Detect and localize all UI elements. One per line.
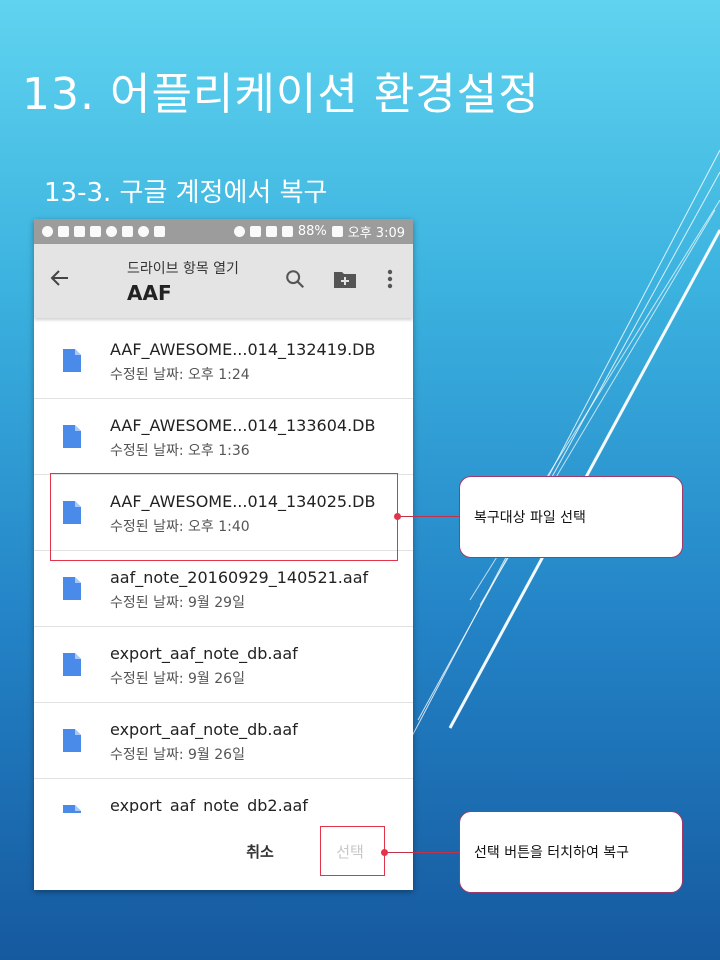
- wifi-icon: [265, 226, 277, 237]
- slide-subtitle: 13-3. 구글 계정에서 복구: [44, 178, 328, 208]
- file-modified-date: 수정된 날짜: 오후 1:36: [110, 443, 250, 459]
- android-icon: [138, 226, 149, 237]
- file-callout-dot: [394, 513, 401, 520]
- file-name: AAF_AWESOME...014_132419.DB: [110, 340, 376, 359]
- nfc-icon: [249, 226, 261, 237]
- notification-icons: [42, 226, 165, 237]
- file-row[interactable]: AAF_AWESOME...014_132419.DB 수정된 날짜: 오후 1…: [34, 323, 413, 399]
- select-callout-text: 선택 버튼을 터치하여 복구: [474, 845, 630, 861]
- file-modified-date: 수정된 날짜: 오후 1:24: [110, 367, 250, 383]
- file-callout-text: 복구대상 파일 선택: [474, 510, 586, 526]
- system-icons: 88% 오후 3:09: [233, 222, 405, 241]
- slide-title: 13. 어플리케이션 환경설정: [22, 69, 540, 120]
- file-row[interactable]: export_aaf_note_db.aaf 수정된 날짜: 9월 26일: [34, 703, 413, 779]
- document-icon: [63, 805, 81, 813]
- file-modified-date: 수정된 날짜: 9월 26일: [110, 747, 245, 763]
- file-row[interactable]: AAF_AWESOME...014_133604.DB 수정된 날짜: 오후 1…: [34, 399, 413, 475]
- chat-icon: [106, 226, 117, 237]
- status-bar: 88% 오후 3:09: [34, 219, 413, 244]
- document-icon: [63, 729, 81, 752]
- file-name: aaf_note_20160929_140521.aaf: [110, 568, 369, 587]
- app-bar: 드라이브 항목 열기 AAF: [34, 244, 413, 318]
- file-modified-date: 수정된 날짜: 9월 26일: [110, 671, 245, 687]
- more-vert-icon[interactable]: [384, 268, 396, 290]
- image-icon: [154, 226, 165, 237]
- alarm-icon: [233, 226, 245, 237]
- select-callout-box: 선택 버튼을 터치하여 복구: [459, 811, 683, 893]
- file-highlight-box: [50, 473, 398, 561]
- add-folder-icon[interactable]: [333, 269, 357, 289]
- mail-icon: [122, 226, 133, 237]
- battery-charging-icon: [331, 226, 343, 237]
- document-icon: [63, 653, 81, 676]
- gallery-icon: [90, 226, 101, 237]
- search-icon[interactable]: [284, 268, 306, 290]
- calendar-icon: [58, 226, 69, 237]
- file-name: AAF_AWESOME...014_133604.DB: [110, 416, 376, 435]
- battery-percent: 88%: [297, 224, 327, 239]
- signal-icon: [281, 226, 293, 237]
- select-highlight-box: [320, 826, 385, 876]
- select-callout-dot: [381, 849, 388, 856]
- file-callout-leader: [398, 516, 460, 517]
- select-callout-leader: [385, 852, 460, 853]
- file-row[interactable]: aaf_note_20160929_140521.aaf 수정된 날짜: 9월 …: [34, 551, 413, 627]
- cancel-button[interactable]: 취소: [230, 839, 290, 863]
- file-row-partial[interactable]: export_aaf_note_db2.aaf: [34, 779, 413, 813]
- app-notification-icon: [42, 226, 53, 237]
- status-time: 오후 3:09: [347, 226, 405, 241]
- file-name: export_aaf_note_db.aaf: [110, 644, 298, 663]
- file-modified-date: 수정된 날짜: 9월 29일: [110, 595, 245, 611]
- back-arrow-icon[interactable]: [48, 266, 72, 290]
- file-list: AAF_AWESOME...014_132419.DB 수정된 날짜: 오후 1…: [34, 323, 413, 813]
- file-row[interactable]: export_aaf_note_db.aaf 수정된 날짜: 9월 26일: [34, 627, 413, 703]
- file-name: export_aaf_note_db.aaf: [110, 720, 298, 739]
- file-callout-box: 복구대상 파일 선택: [459, 476, 683, 558]
- document-icon: [63, 425, 81, 448]
- file-name: export_aaf_note_db2.aaf: [110, 796, 308, 813]
- document-icon: [63, 577, 81, 600]
- document-icon: [63, 349, 81, 372]
- appbar-subtitle: 드라이브 항목 열기: [127, 261, 239, 277]
- app-icon: [74, 226, 85, 237]
- folder-title: AAF: [127, 281, 172, 305]
